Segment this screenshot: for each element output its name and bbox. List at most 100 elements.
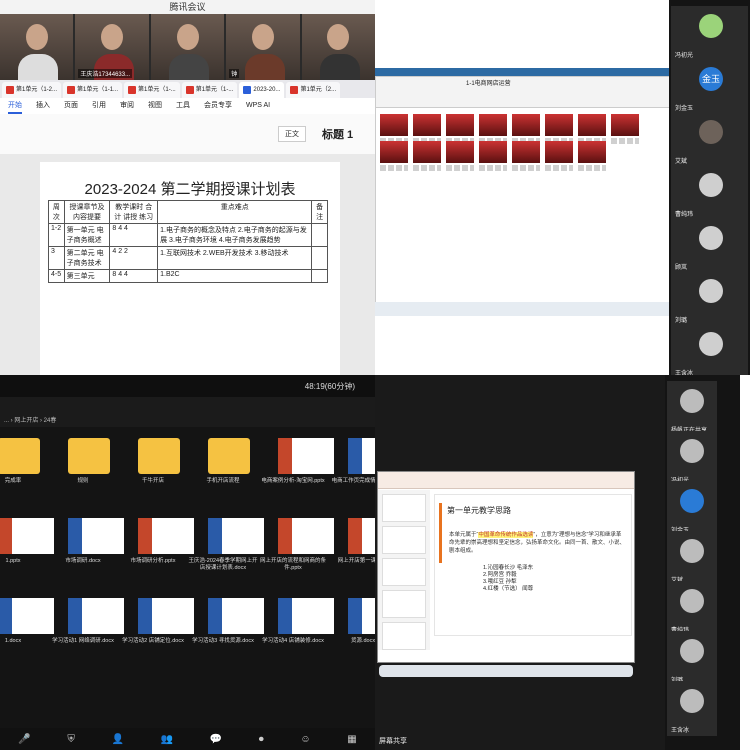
video-file-thumbnail[interactable] bbox=[446, 141, 474, 171]
word-file-item[interactable]: 1.docx bbox=[0, 590, 54, 664]
ppt-file-item[interactable]: 网上开店的流程和网商的条件.pptx bbox=[258, 510, 334, 584]
video-tile[interactable] bbox=[0, 14, 74, 80]
word-file-item[interactable]: 学习活动3 寻找货源.docx bbox=[188, 590, 264, 664]
video-file-thumbnail[interactable] bbox=[380, 141, 408, 171]
file-explorer-window[interactable]: 1-1电商网店运营 bbox=[375, 76, 671, 304]
doc-tab[interactable]: 第1单元（1-1... bbox=[63, 82, 123, 98]
file-label: 千牛开店 bbox=[141, 478, 164, 484]
participant-card[interactable]: 冯初光 bbox=[671, 6, 748, 61]
ribbon-tab-tools[interactable]: 工具 bbox=[176, 98, 190, 114]
ppt-file-item[interactable]: 网上开店第一课.pptx bbox=[328, 510, 375, 584]
video-file-thumbnail[interactable] bbox=[545, 141, 573, 171]
participant-card[interactable]: 刘璐 bbox=[667, 631, 717, 686]
ribbon-tab-insert[interactable]: 插入 bbox=[36, 98, 50, 114]
doc-tab-active[interactable]: 2023-20... bbox=[239, 82, 285, 98]
record-icon[interactable]: ⏺ bbox=[259, 734, 264, 745]
ppt-window[interactable]: 第一单元教学思路 本单元属于“中国革命传统作品选读”，立意为“理想与信念”学习和… bbox=[377, 471, 635, 663]
word-file-item[interactable]: 学习活动4 店铺装修.docx bbox=[258, 590, 334, 664]
reaction-icon[interactable]: ☺ bbox=[300, 734, 310, 745]
apps-icon[interactable]: ▦ bbox=[347, 734, 356, 745]
word-file-item[interactable]: 电商工作页完成情况.docx bbox=[328, 430, 375, 504]
word-file-item[interactable]: 学习活动2 店铺定位.docx bbox=[118, 590, 194, 664]
word-icon bbox=[0, 598, 54, 634]
mic-icon[interactable]: 🎤 bbox=[18, 734, 30, 745]
participant-card[interactable]: 艾斌 bbox=[671, 112, 748, 167]
video-file-thumbnail[interactable] bbox=[413, 114, 441, 144]
video-file-thumbnail[interactable] bbox=[611, 114, 639, 144]
video-file-thumbnail[interactable] bbox=[545, 114, 573, 144]
ribbon-tab-member[interactable]: 会员专享 bbox=[204, 98, 232, 114]
ribbon-tab-wps-ai[interactable]: WPS AI bbox=[246, 98, 270, 114]
current-slide[interactable]: 第一单元教学思路 本单元属于“中国革命传统作品选读”，立意为“理想与信念”学习和… bbox=[434, 494, 632, 636]
pdf-icon bbox=[185, 86, 194, 94]
ribbon-tab-review[interactable]: 审阅 bbox=[120, 98, 134, 114]
pdf-icon bbox=[67, 86, 76, 94]
participants-icon[interactable]: 👥 bbox=[161, 734, 173, 745]
style-normal-button[interactable]: 正文 bbox=[278, 126, 306, 142]
ppt-file-item[interactable]: 电商案例分析-淘宝网.pptx bbox=[258, 430, 334, 504]
chat-icon[interactable]: 💬 bbox=[210, 734, 222, 745]
slide-thumbnail[interactable] bbox=[382, 590, 426, 618]
participant-card[interactable]: 刘金玉 bbox=[667, 481, 717, 536]
doc-tab[interactable]: 第1单元（1-... bbox=[181, 82, 238, 98]
video-file-thumbnail[interactable] bbox=[512, 141, 540, 171]
folder-file-item[interactable]: 完成率 bbox=[0, 430, 48, 504]
doc-tab[interactable]: 第1单元（1-... bbox=[124, 82, 180, 98]
word-file-item[interactable]: 市场调研.docx bbox=[48, 510, 124, 584]
video-file-thumbnail[interactable] bbox=[512, 114, 540, 144]
document-page[interactable]: 2023-2024 第二学期授课计划表 周次 授课章节及内容提要 教学课时 合计… bbox=[40, 162, 340, 375]
video-file-thumbnail[interactable] bbox=[479, 141, 507, 171]
slide-body: 本单元属于“中国革命传统作品选读”，立意为“理想与信念”学习和继承革命先辈的崇高… bbox=[449, 532, 626, 554]
file-browser-header: ... › 网上开店 › 24春 bbox=[0, 397, 375, 427]
video-tile[interactable]: 钟 bbox=[226, 14, 300, 80]
ppt-file-item[interactable]: 市场调研分析.pptx bbox=[118, 510, 194, 584]
format-toolbar: 正文 标题 1 bbox=[0, 114, 375, 155]
folder-file-item[interactable]: 千牛开店 bbox=[118, 430, 188, 504]
video-file-thumbnail[interactable] bbox=[578, 114, 606, 144]
doc-tab[interactable]: 第1单元（1-2... bbox=[2, 82, 62, 98]
video-file-thumbnail[interactable] bbox=[479, 114, 507, 144]
participant-card[interactable]: 杨帆正在共享 bbox=[667, 381, 717, 436]
participant-card[interactable]: 王含冰 bbox=[671, 324, 748, 375]
participant-card[interactable]: 曹纯玮 bbox=[667, 581, 717, 636]
doc-tab[interactable]: 第1单元（2... bbox=[286, 82, 341, 98]
video-file-thumbnail[interactable] bbox=[380, 114, 408, 144]
participant-card[interactable]: 冯初光 bbox=[667, 431, 717, 486]
invite-icon[interactable]: 👤 bbox=[112, 734, 124, 745]
window-titlebar bbox=[375, 68, 669, 76]
ribbon-tab-references[interactable]: 引用 bbox=[92, 98, 106, 114]
participant-card[interactable]: 刘璐 bbox=[671, 271, 748, 326]
participant-card[interactable]: 金玉 刘金玉 bbox=[671, 59, 748, 114]
meeting-timer: 48:19(60分钟) bbox=[304, 382, 355, 391]
ribbon-tab-page[interactable]: 页面 bbox=[64, 98, 78, 114]
shield-icon[interactable]: ⛨ bbox=[67, 734, 75, 745]
style-heading1-button[interactable]: 标题 1 bbox=[322, 126, 353, 142]
video-tile[interactable]: 王庆浩17344633... bbox=[75, 14, 149, 80]
participant-card[interactable]: 王含冰 bbox=[667, 681, 717, 736]
video-tile[interactable] bbox=[150, 14, 225, 80]
window-edge bbox=[740, 375, 750, 750]
folder-file-item[interactable]: 规则 bbox=[48, 430, 118, 504]
participant-card[interactable]: 艾斌 bbox=[667, 531, 717, 586]
ribbon-tab-view[interactable]: 视图 bbox=[148, 98, 162, 114]
breadcrumb[interactable]: ... › 网上开店 › 24春 bbox=[4, 415, 56, 424]
folder-file-item[interactable]: 手机开店流程 bbox=[188, 430, 258, 504]
list-item: 2.阿房宫 乔毅 bbox=[483, 572, 517, 578]
participant-card[interactable]: 曹纯玮 bbox=[671, 165, 748, 220]
video-file-thumbnail[interactable] bbox=[413, 141, 441, 171]
video-file-thumbnail[interactable] bbox=[578, 141, 606, 171]
slide-thumbnail[interactable] bbox=[382, 494, 426, 522]
participant-card[interactable]: 顾岚 bbox=[671, 218, 748, 273]
slide-thumbnail[interactable] bbox=[382, 622, 426, 650]
word-file-item[interactable]: 学习活动1 网络调研.docx bbox=[48, 590, 124, 664]
word-file-item[interactable]: 货源.docx bbox=[328, 590, 375, 664]
ppt-file-item[interactable]: 1.pptx bbox=[0, 510, 54, 584]
video-tile[interactable] bbox=[301, 14, 375, 80]
slide-thumbnail[interactable] bbox=[382, 558, 426, 586]
screen-share-label: 屏幕共享 bbox=[379, 738, 407, 745]
video-file-thumbnail[interactable] bbox=[446, 114, 474, 144]
file-label: 学习活动3 寻找货源.docx bbox=[192, 638, 254, 644]
word-file-item[interactable]: 王庆浩-2024春季学期网上开店授课计划表.docx bbox=[188, 510, 264, 584]
slide-thumbnail[interactable] bbox=[382, 526, 426, 554]
ribbon-tab-home[interactable]: 开始 bbox=[8, 98, 22, 114]
